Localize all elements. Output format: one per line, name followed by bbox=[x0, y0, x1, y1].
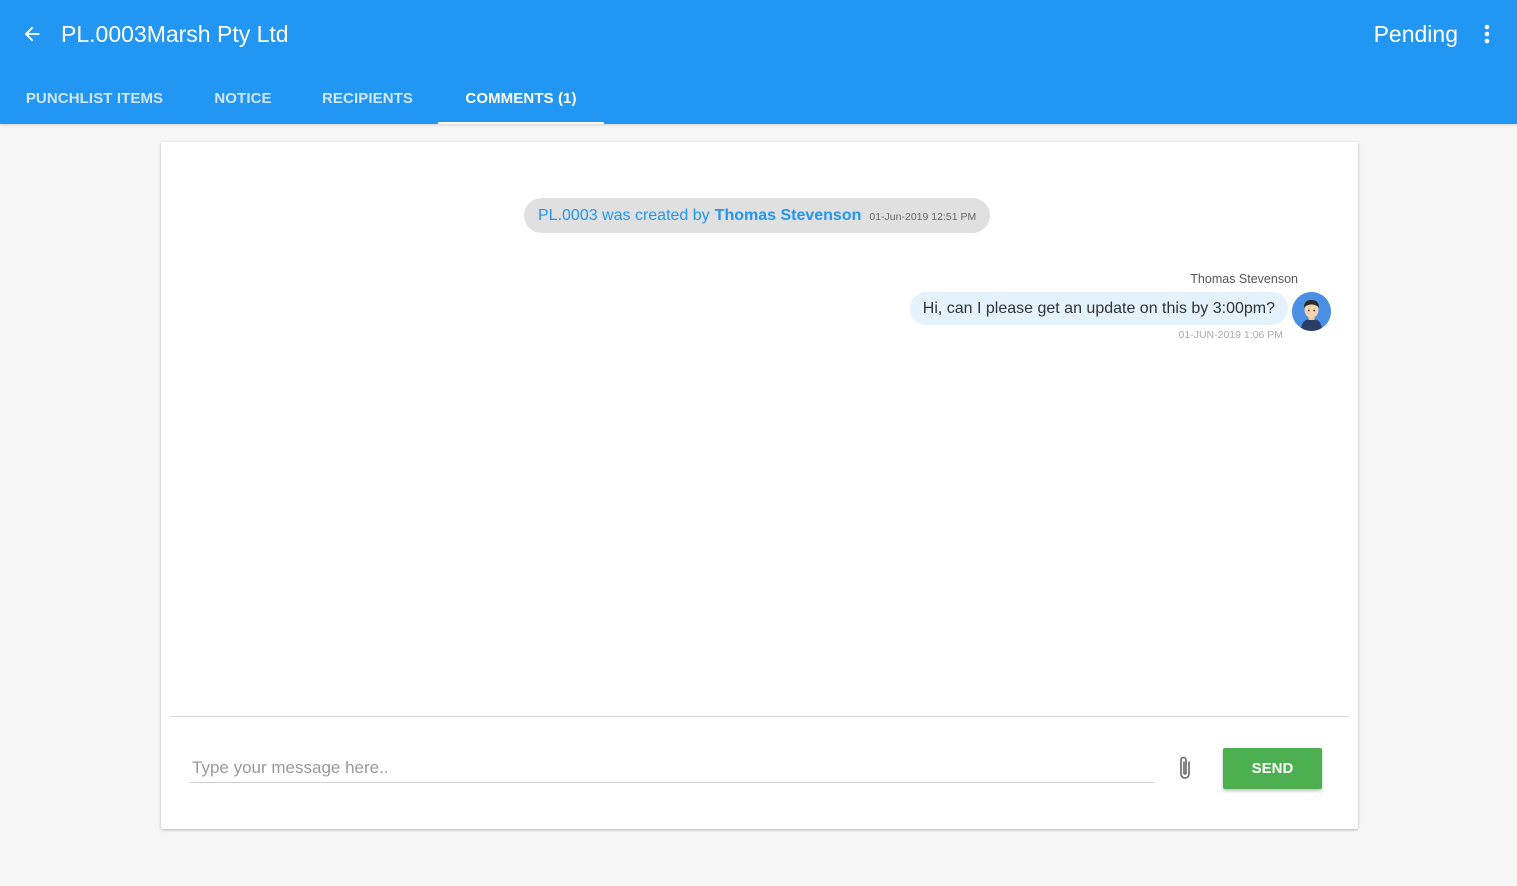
system-message-text: PL.0003 was created by bbox=[538, 206, 710, 224]
message-timestamp: 01-JUN-2019 1:06 PM bbox=[1178, 329, 1283, 341]
system-message-author[interactable]: Thomas Stevenson bbox=[715, 207, 862, 225]
system-message: PL.0003 was created by Thomas Stevenson … bbox=[524, 198, 991, 233]
system-message-timestamp: 01-Jun-2019 12:51 PM bbox=[869, 211, 977, 223]
arrow-left-icon bbox=[24, 26, 40, 42]
tab-punchlist-items[interactable]: PUNCHLIST ITEMS bbox=[0, 72, 189, 124]
page-title: PL.0003Marsh Pty Ltd bbox=[61, 21, 289, 47]
more-vertical-icon bbox=[1484, 24, 1490, 44]
comments-panel: PL.0003 was created by Thomas Stevenson … bbox=[161, 142, 1358, 829]
message-input[interactable] bbox=[190, 753, 1154, 783]
back-button[interactable] bbox=[18, 20, 46, 48]
message-sender: Thomas Stevenson bbox=[1190, 272, 1298, 286]
send-button[interactable]: SEND bbox=[1223, 748, 1322, 789]
composer-divider bbox=[170, 716, 1349, 717]
tab-comments[interactable]: COMMENTS (1) bbox=[438, 72, 604, 124]
more-options-button[interactable] bbox=[1475, 20, 1499, 48]
attach-button[interactable] bbox=[1173, 754, 1197, 782]
status-label[interactable]: Pending bbox=[1374, 18, 1458, 50]
tab-recipients[interactable]: RECIPIENTS bbox=[297, 72, 438, 124]
message-bubble: Hi, can I please get an update on this b… bbox=[909, 292, 1288, 325]
tab-notice[interactable]: NOTICE bbox=[189, 72, 297, 124]
paperclip-icon bbox=[1180, 756, 1190, 779]
app-bar: PL.0003Marsh Pty Ltd Pending PUNCHLIST I… bbox=[0, 0, 1517, 124]
user-avatar-icon bbox=[1292, 292, 1331, 331]
tab-bar: PUNCHLIST ITEMS NOTICE RECIPIENTS COMMEN… bbox=[0, 72, 604, 124]
